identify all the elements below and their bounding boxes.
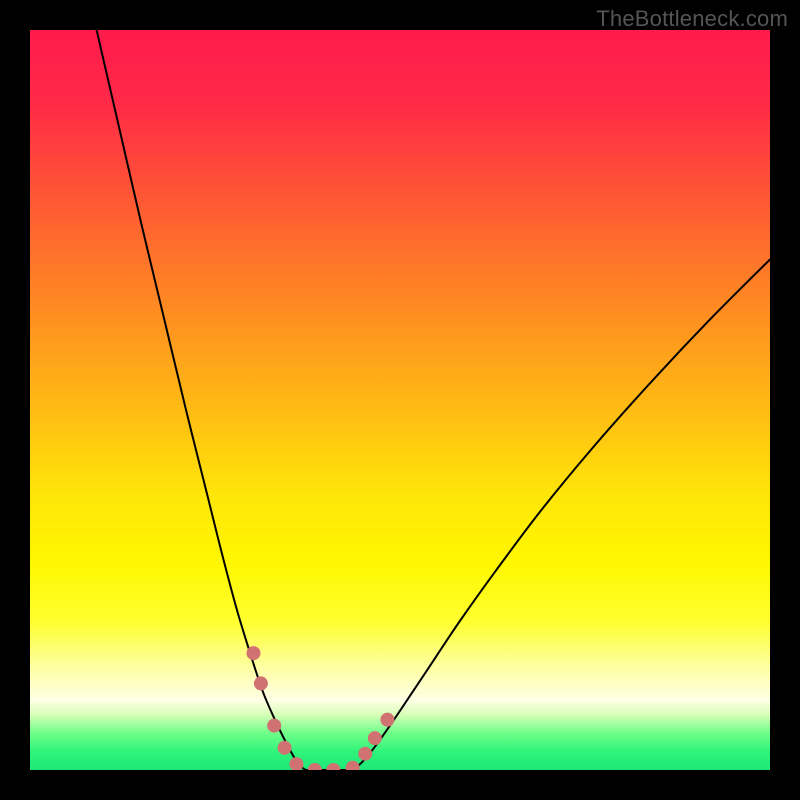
threshold-dot — [368, 731, 382, 745]
plot-area — [30, 30, 770, 770]
threshold-dot — [380, 713, 394, 727]
chart-background — [30, 30, 770, 770]
threshold-dot — [246, 646, 260, 660]
outer-frame: TheBottleneck.com — [0, 0, 800, 800]
threshold-dot — [358, 747, 372, 761]
threshold-dot — [254, 676, 268, 690]
threshold-dot — [278, 741, 292, 755]
threshold-dot — [267, 719, 281, 733]
chart-svg — [30, 30, 770, 770]
watermark-text: TheBottleneck.com — [596, 6, 788, 32]
